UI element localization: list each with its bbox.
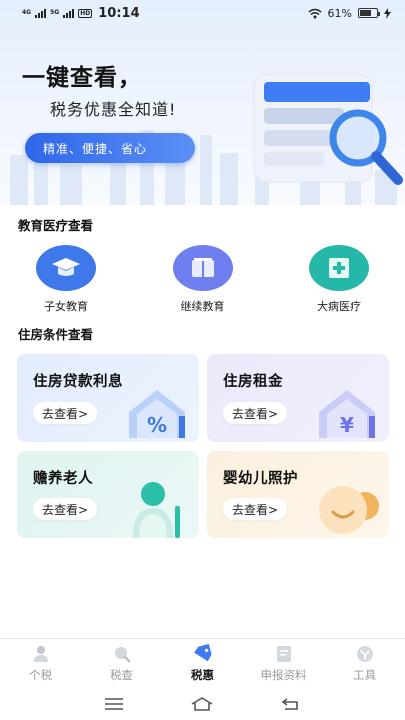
card-housing-rent[interactable]: 住房租金 去查看> ¥ [207,354,389,442]
clock: 10:14 [98,5,140,21]
search-icon [112,644,132,664]
edu-label: 子女教育 [44,300,88,313]
card-infant-care[interactable]: 婴幼儿照护 去查看> [207,451,389,538]
back-nav-button[interactable] [275,692,307,716]
magnifier-document-illustration [253,73,403,185]
edu-label: 继续教育 [180,300,225,313]
view-button[interactable]: 去查看> [223,498,288,520]
banner-title: 一键查看， [22,65,142,91]
graduation-cap-icon [36,245,96,291]
tab-label: 税查 [110,668,133,682]
system-navigation-bar [0,688,405,720]
tab-label: 税惠 [191,668,214,682]
hero-banner[interactable]: 一键查看， 税务优惠全知道! 精准、便捷、省心 [0,0,405,205]
tag-icon [193,644,213,664]
tools-icon [355,644,375,664]
svg-text:¥: ¥ [340,413,354,437]
section-title-education: 教育医疗查看 [18,218,94,233]
section-title-housing: 住房条件查看 [18,327,94,342]
view-button[interactable]: 去查看> [33,402,98,424]
edu-label: 大病医疗 [317,300,361,313]
battery-percent: 61% [327,6,352,20]
person-icon [31,644,51,664]
view-button[interactable]: 去查看> [223,402,288,424]
card-title: 住房租金 [223,374,283,390]
tab-personal-tax[interactable]: 个税 [8,644,74,683]
status-bar: 4G 5G HD 10:14 61% [0,0,405,26]
svg-text:%: % [147,413,167,437]
wifi-icon [308,8,322,18]
signal-5g-label: 5G [50,9,60,16]
edu-item-continuing-education[interactable]: 继续教育 [165,245,241,314]
card-title: 住房贷款利息 [33,374,123,390]
banner-subtitle: 税务优惠全知道! [50,100,177,119]
back-icon [281,698,298,710]
edu-item-medical[interactable]: 大病医疗 [301,245,377,314]
menu-icon [105,698,124,710]
hd-badge: HD [78,8,93,18]
battery-icon [358,8,380,18]
baby-face-icon [319,486,379,534]
medical-icon [309,245,369,291]
tab-tools[interactable]: 工具 [332,644,398,683]
book-icon [172,245,233,291]
signal-bars-icon [63,8,75,18]
tab-tax-check[interactable]: 税查 [89,644,155,683]
bottom-tab-bar: 个税 税查 税惠 申报资料 工具 [0,638,405,688]
tab-tax-benefits[interactable]: 税惠 [170,644,236,683]
home-nav-button[interactable] [186,692,218,716]
card-title: 婴幼儿照护 [223,471,298,487]
document-icon [274,644,294,664]
signal-bars-icon [35,8,47,18]
tab-declaration-materials[interactable]: 申报资料 [251,644,317,683]
menu-nav-button[interactable] [98,692,130,716]
house-yuan-icon: ¥ [319,390,375,438]
charging-icon [384,7,391,19]
card-elderly-support[interactable]: 赡养老人 去查看> [17,451,199,538]
elderly-person-icon [133,482,180,538]
home-icon [192,697,213,711]
card-title: 赡养老人 [33,471,93,487]
view-button[interactable]: 去查看> [33,498,98,520]
tab-label: 工具 [353,668,376,682]
banner-tagline-pill: 精准、便捷、省心 [25,133,195,163]
edu-item-child-education[interactable]: 子女教育 [28,245,104,314]
card-housing-loan-interest[interactable]: 住房贷款利息 去查看> % [17,354,199,442]
tab-label: 个税 [29,668,52,682]
tab-label: 申报资料 [260,668,307,682]
house-percent-icon: % [129,390,185,438]
education-grid: 子女教育 继续教育 大病医疗 [0,245,405,314]
signal-4g-label: 4G [22,9,32,16]
